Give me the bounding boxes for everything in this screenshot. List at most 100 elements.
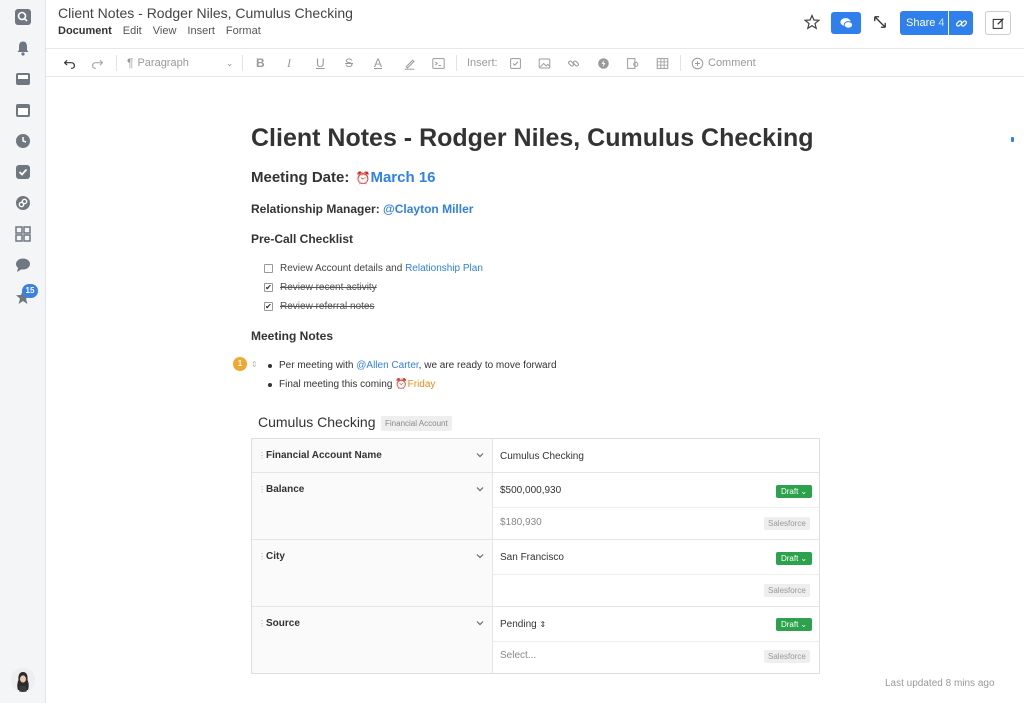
document-title-bar: Client Notes - Rodger Niles, Cumulus Che… [58,5,353,21]
user-avatar[interactable] [11,668,35,692]
checklist-heading: Pre-Call Checklist [251,232,354,246]
draft-status-button[interactable]: Draft ⌄ [776,618,812,631]
star-count-badge: 15 [22,284,38,298]
chevron-down-icon[interactable] [476,619,484,627]
checklist-item: ✔ Review recent activity [264,282,377,293]
bold-icon[interactable]: B [256,55,265,71]
undo-icon[interactable] [63,55,76,71]
field-label-cell: ⋮ Financial Account Name [252,439,493,472]
drag-handle-icon[interactable]: ⋮ [258,552,266,561]
compose-button[interactable] [985,11,1011,35]
allen-carter-mention[interactable]: @Allen Carter [356,360,418,371]
draft-label: Draft [780,620,799,629]
insert-checkbox-icon[interactable] [509,55,522,71]
italic-icon[interactable]: I [287,55,291,71]
insert-label: Insert: [467,57,498,69]
conversation-button[interactable] [831,12,861,34]
insert-live-app-icon[interactable] [597,55,610,71]
menu-document[interactable]: Document [58,25,112,37]
bullet-dot [268,382,272,387]
checkbox-unchecked[interactable] [264,264,273,273]
left-sidebar: 15 [0,0,46,703]
chat-icon[interactable] [14,256,32,274]
insert-table-icon[interactable] [656,55,669,71]
calendar-icon[interactable] [14,101,32,119]
rm-mention[interactable]: @Clayton Miller [383,202,473,216]
formatting-toolbar: ¶ Paragraph ⌄ B I U S A Insert: Comment [46,48,1024,77]
share-button[interactable]: Share 4 [900,11,948,35]
inbox-icon[interactable] [14,70,32,88]
bullet-dot [268,363,272,368]
chevron-down-icon[interactable] [476,552,484,560]
field-label-cell: ⋮ Balance [252,473,493,539]
meeting-date-heading: Meeting Date: ⏰March 16 [251,169,436,186]
field-value[interactable]: $500,000,930 [500,485,561,496]
record-card-title[interactable]: Cumulus Checking [258,414,376,430]
salesforce-source-badge: Salesforce [764,517,810,530]
paragraph-style-select[interactable]: ¶ Paragraph ⌄ [127,55,233,71]
draft-status-button[interactable]: Draft ⌄ [776,552,812,565]
bullet-text: Per meeting with [279,360,357,371]
text-color-icon[interactable]: A [374,55,382,71]
code-block-icon[interactable] [432,55,445,71]
record-card: ⋮ Financial Account Name Cumulus Checkin… [251,438,820,674]
relationship-plan-link[interactable]: Relationship Plan [405,263,483,274]
meeting-notes-heading: Meeting Notes [251,329,334,343]
drag-handle-icon[interactable]: ⇕ [251,360,258,369]
checklist-item-text: Review Account details and [280,263,406,274]
meeting-date-value[interactable]: March 16 [370,169,435,186]
source-select[interactable]: Pending ⇕ [500,619,546,630]
comment-label: Comment [708,57,756,69]
insert-image-icon[interactable] [538,55,551,71]
alarm-clock-icon: ⏰ [355,171,371,185]
chevron-down-icon[interactable] [476,485,484,493]
insert-document-icon[interactable] [626,55,639,71]
last-updated-text: Last updated 8 mins ago [885,678,995,689]
strikethrough-icon[interactable]: S [345,55,353,71]
field-value[interactable]: Cumulus Checking [500,451,584,462]
plus-circle-icon [691,57,704,69]
menu-format[interactable]: Format [226,25,261,37]
comment-count-badge[interactable]: 1 [233,357,247,371]
share-count: 4 [938,17,945,29]
drag-handle-icon[interactable]: ⋮ [258,451,266,460]
chevron-down-icon[interactable] [476,451,484,459]
field-value[interactable]: San Francisco [500,552,564,563]
chevron-down-icon: ⌄ [800,554,808,563]
draft-status-button[interactable]: Draft ⌄ [776,485,812,498]
chain-link-icon [955,19,967,27]
chevron-down-icon: ⌄ [800,487,808,496]
insert-link-icon[interactable] [567,55,580,71]
friday-date-mention[interactable]: Friday [408,379,436,390]
menu-view[interactable]: View [153,25,177,37]
bell-icon[interactable] [14,39,32,57]
checkbox-checked[interactable]: ✔ [264,302,273,311]
salesforce-source-badge: Salesforce [764,650,810,663]
menu-edit[interactable]: Edit [123,25,142,37]
drag-handle-icon[interactable]: ⋮ [258,619,266,628]
drag-handle-icon[interactable]: ⋮ [258,485,266,494]
underline-icon[interactable]: U [316,55,325,71]
updown-arrow-icon: ⇕ [539,620,547,629]
link-icon[interactable] [14,194,32,212]
rm-label: Relationship Manager: [251,202,380,216]
checkbox-checked[interactable]: ✔ [264,283,273,292]
salesforce-select-placeholder[interactable]: Select... [500,650,536,661]
expand-icon[interactable] [870,12,890,32]
table-row: ⋮ Source Pending ⇕ Draft ⌄ Select... Sale… [252,607,819,673]
clock-icon[interactable] [14,132,32,150]
favorite-star-icon[interactable] [802,12,822,32]
field-label: Source [266,618,300,629]
menu-bar: Document Edit View Insert Format [58,25,261,37]
alarm-clock-icon: ⏰ [395,379,408,390]
checklist-item-text: Review referral notes [280,301,375,312]
search-icon[interactable] [14,8,32,26]
copy-link-button[interactable] [949,11,973,35]
menu-insert[interactable]: Insert [187,25,215,37]
scroll-indicator [1011,137,1014,142]
grid-icon[interactable] [14,225,32,243]
redo-icon[interactable] [91,55,104,71]
highlight-icon[interactable] [403,55,416,71]
add-comment-button[interactable]: Comment [691,55,756,71]
checkbox-icon[interactable] [14,163,32,181]
